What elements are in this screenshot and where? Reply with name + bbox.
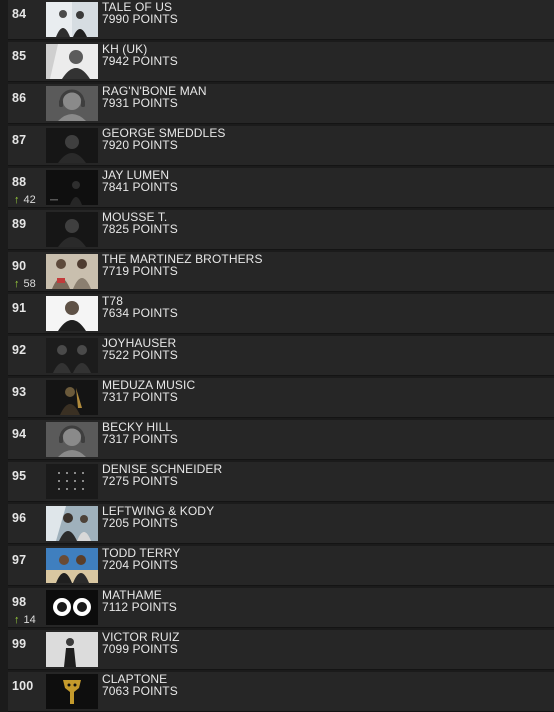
artist-info: CLAPTONE 7063 POINTS bbox=[102, 673, 178, 697]
chart-row[interactable]: 97 TODD TERRY 7204 POINTS bbox=[8, 546, 554, 586]
rank-change: ↑ 58 bbox=[14, 279, 36, 290]
artist-info: JOYHAUSER 7522 POINTS bbox=[102, 337, 178, 361]
artist-info: MOUSSE T. 7825 POINTS bbox=[102, 211, 178, 235]
artist-thumbnail[interactable] bbox=[46, 212, 98, 247]
artist-info: THE MARTINEZ BROTHERS 7719 POINTS bbox=[102, 253, 263, 277]
up-arrow-icon: ↑ bbox=[14, 278, 20, 290]
rank-change-value: 14 bbox=[23, 614, 36, 626]
artist-points: 7931 POINTS bbox=[102, 96, 178, 110]
rank-number: 99 bbox=[12, 637, 27, 651]
up-arrow-icon: ↑ bbox=[14, 194, 20, 206]
artist-thumbnail[interactable] bbox=[46, 44, 98, 79]
artist-info: TALE OF US 7990 POINTS bbox=[102, 1, 178, 25]
artist-info: VICTOR RUIZ 7099 POINTS bbox=[102, 631, 180, 655]
artist-points: 7634 POINTS bbox=[102, 306, 178, 320]
rank-number: 90 bbox=[12, 259, 27, 273]
rank-number: 97 bbox=[12, 553, 27, 567]
artist-info: T78 7634 POINTS bbox=[102, 295, 178, 319]
artist-points: 7990 POINTS bbox=[102, 12, 178, 26]
rank-number: 96 bbox=[12, 511, 27, 525]
chart-row[interactable]: 95 DENISE SCHNEIDER 7275 POINTS bbox=[8, 462, 554, 502]
chart-row[interactable]: 91 T78 7634 POINTS bbox=[8, 294, 554, 334]
artist-points: 7204 POINTS bbox=[102, 558, 178, 572]
chart-row[interactable]: 94 BECKY HILL 7317 POINTS bbox=[8, 420, 554, 460]
chart-row[interactable]: 88 ↑ 42 JAY LUMEN 7841 POINTS bbox=[8, 168, 554, 208]
chart-row[interactable]: 98 ↑ 14 MATHAME 7112 POINTS bbox=[8, 588, 554, 628]
rank-number: 89 bbox=[12, 217, 27, 231]
rank-number: 84 bbox=[12, 7, 27, 21]
rank-number: 93 bbox=[12, 385, 27, 399]
artist-points: 7275 POINTS bbox=[102, 474, 178, 488]
rank-number: 92 bbox=[12, 343, 27, 357]
rank-number: 95 bbox=[12, 469, 27, 483]
artist-info: GEORGE SMEDDLES 7920 POINTS bbox=[102, 127, 226, 151]
artist-points: 7719 POINTS bbox=[102, 264, 178, 278]
artist-info: MEDUZA MUSIC 7317 POINTS bbox=[102, 379, 195, 403]
rank-change: ↑ 42 bbox=[14, 195, 36, 206]
artist-points: 7112 POINTS bbox=[102, 600, 177, 614]
artist-points: 7920 POINTS bbox=[102, 138, 178, 152]
chart-row[interactable]: 90 ↑ 58 THE MARTINEZ BROTHERS 7719 POINTS bbox=[8, 252, 554, 292]
chart-row[interactable]: 86 RAG'N'BONE MAN 7931 POINTS bbox=[8, 84, 554, 124]
chart-list: 84 TALE OF US 7990 POINTS 85 KH (UK) 7942 POI… bbox=[0, 0, 554, 712]
artist-thumbnail[interactable] bbox=[46, 254, 98, 289]
artist-points: 7099 POINTS bbox=[102, 642, 178, 656]
artist-info: LEFTWING & KODY 7205 POINTS bbox=[102, 505, 214, 529]
artist-thumbnail[interactable] bbox=[46, 296, 98, 331]
chart-row[interactable]: 100 CLAPTONE 7063 POINTS bbox=[8, 672, 554, 712]
artist-thumbnail[interactable] bbox=[46, 128, 98, 163]
headphones-person-icon[interactable] bbox=[46, 86, 98, 121]
artist-points: 7825 POINTS bbox=[102, 222, 178, 236]
artist-thumbnail[interactable] bbox=[46, 380, 98, 415]
artist-thumbnail[interactable] bbox=[46, 170, 98, 205]
artist-info: TODD TERRY 7204 POINTS bbox=[102, 547, 180, 571]
chart-row[interactable]: 92 JOYHAUSER 7522 POINTS bbox=[8, 336, 554, 376]
rank-number: 86 bbox=[12, 91, 27, 105]
chart-row[interactable]: 89 MOUSSE T. 7825 POINTS bbox=[8, 210, 554, 250]
artist-thumbnail[interactable] bbox=[46, 632, 98, 667]
artist-thumbnail[interactable] bbox=[46, 590, 98, 625]
artist-points: 7841 POINTS bbox=[102, 180, 178, 194]
artist-points: 7063 POINTS bbox=[102, 684, 178, 698]
rank-number: 87 bbox=[12, 133, 27, 147]
artist-info: MATHAME 7112 POINTS bbox=[102, 589, 177, 613]
artist-thumbnail[interactable] bbox=[46, 548, 98, 583]
chart-row[interactable]: 99 VICTOR RUIZ 7099 POINTS bbox=[8, 630, 554, 670]
artist-info: DENISE SCHNEIDER 7275 POINTS bbox=[102, 463, 222, 487]
rank-change-value: 42 bbox=[23, 194, 36, 206]
up-arrow-icon: ↑ bbox=[14, 614, 20, 626]
rank-number: 85 bbox=[12, 49, 27, 63]
artist-points: 7942 POINTS bbox=[102, 54, 178, 68]
rank-change-value: 58 bbox=[23, 278, 36, 290]
chart-row[interactable]: 87 GEORGE SMEDDLES 7920 POINTS bbox=[8, 126, 554, 166]
artist-points: 7205 POINTS bbox=[102, 516, 178, 530]
artist-info: BECKY HILL 7317 POINTS bbox=[102, 421, 178, 445]
artist-thumbnail[interactable] bbox=[46, 338, 98, 373]
artist-thumbnail[interactable] bbox=[46, 2, 98, 37]
rank-number: 100 bbox=[12, 679, 34, 693]
artist-info: KH (UK) 7942 POINTS bbox=[102, 43, 178, 67]
rank-number: 88 bbox=[12, 175, 27, 189]
rank-number: 94 bbox=[12, 427, 27, 441]
artist-thumbnail[interactable] bbox=[46, 464, 98, 499]
artist-thumbnail[interactable] bbox=[46, 674, 98, 709]
headphones-person-icon[interactable] bbox=[46, 422, 98, 457]
artist-points: 7522 POINTS bbox=[102, 348, 178, 362]
chart-row[interactable]: 96 LEFTWING & KODY 7205 POINTS bbox=[8, 504, 554, 544]
artist-info: JAY LUMEN 7841 POINTS bbox=[102, 169, 178, 193]
chart-row[interactable]: 85 KH (UK) 7942 POINTS bbox=[8, 42, 554, 82]
rank-number: 91 bbox=[12, 301, 27, 315]
chart-row[interactable]: 84 TALE OF US 7990 POINTS bbox=[8, 0, 554, 40]
artist-thumbnail[interactable] bbox=[46, 506, 98, 541]
artist-points: 7317 POINTS bbox=[102, 390, 178, 404]
chart-row[interactable]: 93 MEDUZA MUSIC 7317 POINTS bbox=[8, 378, 554, 418]
rank-number: 98 bbox=[12, 595, 27, 609]
rank-change: ↑ 14 bbox=[14, 615, 36, 626]
artist-points: 7317 POINTS bbox=[102, 432, 178, 446]
artist-info: RAG'N'BONE MAN 7931 POINTS bbox=[102, 85, 207, 109]
